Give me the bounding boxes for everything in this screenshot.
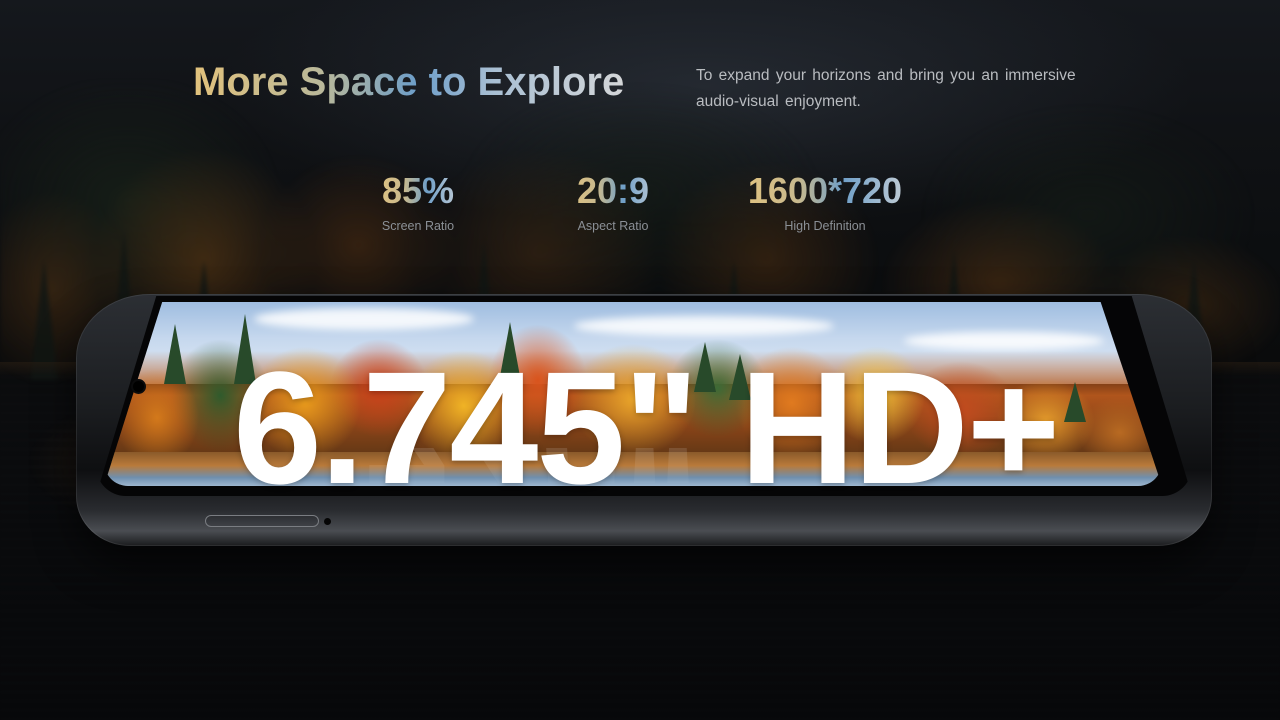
stat-value: 1600*720: [735, 170, 915, 212]
stat-label: Screen Ratio: [381, 219, 455, 233]
headline: More Space to Explore: [193, 60, 625, 104]
stat-high-definition: 1600*720 High Definition: [735, 170, 915, 234]
front-camera-icon: [133, 381, 144, 392]
stat-screen-ratio: 85% Screen Ratio: [372, 170, 464, 234]
tagline: To expand your horizons and bring you an…: [696, 67, 1076, 110]
product-slide: More Space to Explore To expand your hor…: [0, 0, 1280, 720]
stat-value: 85%: [372, 170, 464, 212]
display-size-reflection: 6.745" HD+: [233, 448, 1058, 498]
stat-label: High Definition: [784, 219, 866, 233]
stat-aspect-ratio: 20:9 Aspect Ratio: [562, 170, 664, 234]
sim-eject-hole: [324, 518, 331, 525]
stat-value: 20:9: [562, 170, 664, 212]
stat-label: Aspect Ratio: [577, 219, 649, 233]
